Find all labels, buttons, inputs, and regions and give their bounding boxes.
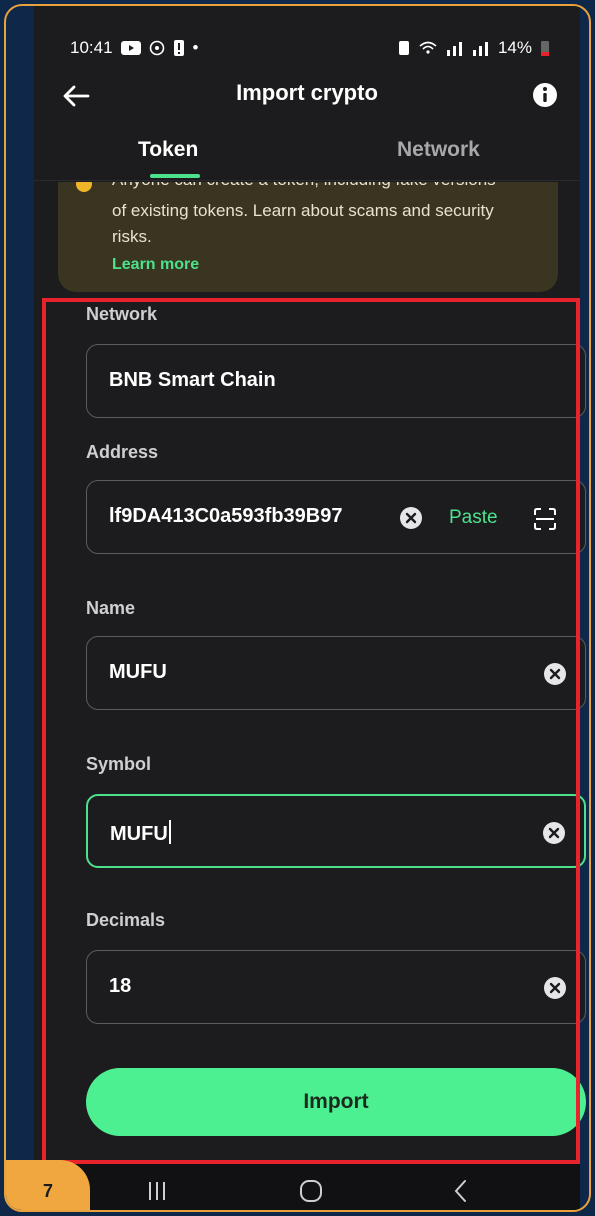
battery-saver-icon <box>398 41 409 55</box>
back-nav-icon[interactable] <box>446 1176 476 1206</box>
battery-icon <box>541 41 549 56</box>
battery-percent: 14% <box>497 38 532 57</box>
address-label: Address <box>86 442 159 462</box>
address-value: lf9DA413C0a593fb39B97 <box>109 505 343 527</box>
name-value: MUFU <box>109 661 167 683</box>
network-value: BNB Smart Chain <box>109 369 276 391</box>
signal-icon-2 <box>472 42 488 56</box>
signal-icon <box>446 42 462 56</box>
network-field[interactable]: BNB Smart Chain <box>86 344 586 418</box>
phone-screen: 10:41 • 14% Import crypto Token Network … <box>34 6 586 1210</box>
decimals-value: 18 <box>109 975 132 997</box>
alert-icon <box>173 40 184 56</box>
clear-name-icon[interactable] <box>543 662 567 686</box>
status-dot: • <box>192 38 199 57</box>
warning-icon <box>76 182 92 192</box>
tab-network[interactable]: Network <box>397 138 480 162</box>
status-bar: 10:41 • 14% <box>70 34 550 62</box>
clear-symbol-icon[interactable] <box>542 821 566 845</box>
step-badge: 7 <box>6 1160 90 1210</box>
text-caret <box>168 820 171 844</box>
wifi-icon <box>419 41 437 54</box>
clear-address-icon[interactable] <box>399 506 423 530</box>
import-button[interactable]: Import <box>86 1068 586 1136</box>
android-nav-bar <box>34 1164 580 1210</box>
symbol-value: MUFU <box>110 823 168 845</box>
recent-apps-icon[interactable] <box>142 1176 172 1206</box>
symbol-field[interactable]: MUFU <box>86 794 586 868</box>
home-icon[interactable] <box>296 1176 326 1206</box>
app-header: Import crypto <box>34 76 580 116</box>
screenshot-frame: 10:41 • 14% Import crypto Token Network … <box>4 4 591 1212</box>
learn-more-link[interactable]: Learn more <box>112 256 199 274</box>
youtube-icon <box>120 41 141 55</box>
paste-button[interactable]: Paste <box>449 507 498 529</box>
warning-clipped-text: Anyone can create a token, including fak… <box>112 182 496 190</box>
decimals-field[interactable]: 18 <box>86 950 586 1024</box>
tab-bar: Token Network <box>34 138 580 188</box>
tab-divider <box>34 180 580 181</box>
tab-token[interactable]: Token <box>138 138 198 162</box>
clear-decimals-icon[interactable] <box>543 976 567 1000</box>
name-field[interactable]: MUFU <box>86 636 586 710</box>
scan-qr-icon[interactable] <box>533 507 557 531</box>
whatsapp-icon <box>149 40 164 56</box>
symbol-value-wrap: MUFU <box>110 820 171 846</box>
network-label: Network <box>86 304 158 324</box>
info-icon[interactable] <box>532 82 558 108</box>
name-label: Name <box>86 598 136 618</box>
page-title: Import crypto <box>236 80 378 105</box>
scam-warning-banner: Anyone can create a token, including fak… <box>58 182 558 292</box>
active-tab-indicator <box>150 174 200 178</box>
address-field[interactable]: lf9DA413C0a593fb39B97 Paste <box>86 480 586 554</box>
symbol-label: Symbol <box>86 754 152 774</box>
decimals-label: Decimals <box>86 910 166 930</box>
status-time: 10:41 <box>70 38 113 57</box>
warning-text: of existing tokens. Learn about scams an… <box>112 201 494 246</box>
